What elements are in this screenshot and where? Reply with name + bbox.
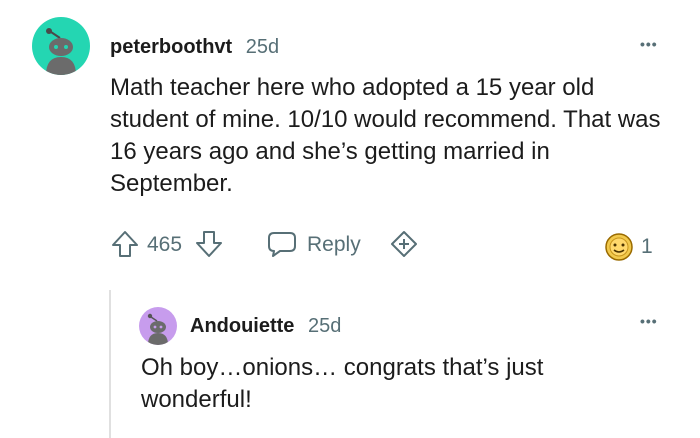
reply-button[interactable]: Reply bbox=[266, 229, 366, 259]
comment-body: Math teacher here who adopted a 15 year … bbox=[110, 74, 661, 197]
reply-header: Andouiette 25d bbox=[190, 313, 341, 339]
avatar[interactable] bbox=[32, 17, 90, 75]
reply-age: 25d bbox=[308, 315, 342, 337]
reply-more-options-icon[interactable]: ••• bbox=[640, 313, 658, 329]
more-options-icon[interactable]: ••• bbox=[640, 36, 658, 52]
snoo-avatar-icon bbox=[46, 28, 76, 75]
add-award-icon[interactable] bbox=[388, 229, 420, 259]
downvote-icon[interactable] bbox=[194, 229, 224, 259]
reply-avatar[interactable] bbox=[139, 307, 177, 345]
comment-age: 25d bbox=[245, 36, 280, 58]
thread-line[interactable] bbox=[109, 290, 111, 438]
vote-count: 465 bbox=[147, 233, 183, 256]
snoo-avatar-icon bbox=[147, 313, 168, 345]
award-badge-icon[interactable] bbox=[603, 232, 635, 262]
comment-header: peterboothvt 25d bbox=[110, 34, 279, 60]
reply-label: Reply bbox=[307, 233, 361, 256]
award-count: 1 bbox=[641, 235, 653, 258]
upvote-icon[interactable] bbox=[110, 229, 140, 259]
comment-bubble-icon bbox=[266, 229, 298, 259]
reply-username[interactable]: Andouiette bbox=[190, 315, 294, 337]
comment-username[interactable]: peterboothvt bbox=[110, 36, 232, 58]
reply-body: Oh boy…onions… congrats that’s just wond… bbox=[141, 354, 544, 413]
